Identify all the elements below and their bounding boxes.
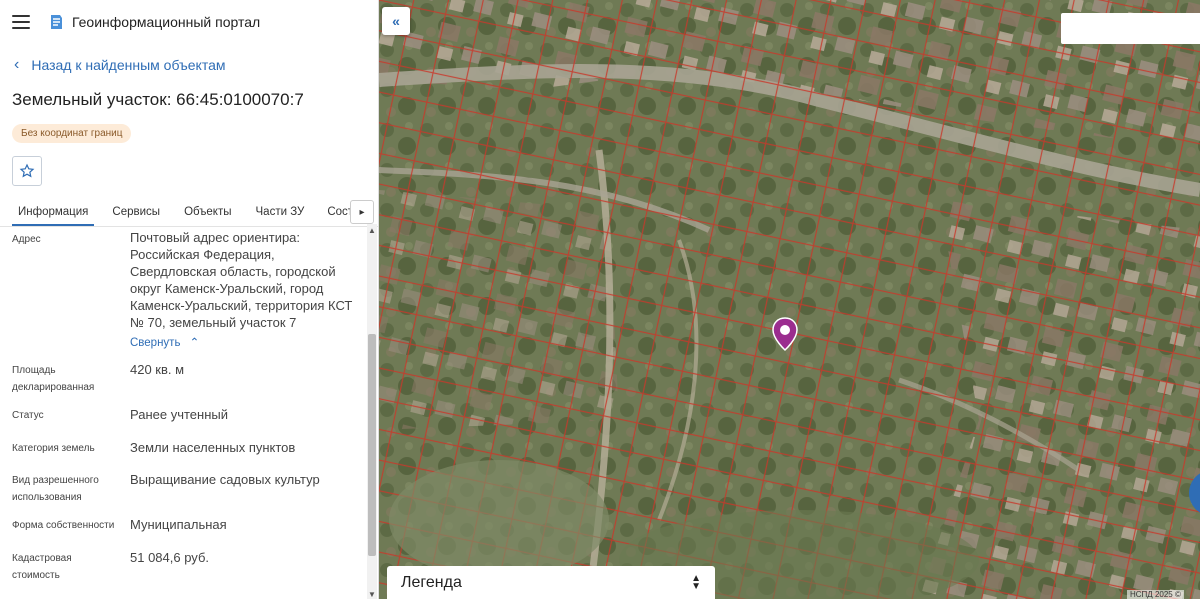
field-label: Вид разрешенного использования	[12, 475, 99, 503]
favorite-button[interactable]	[12, 156, 42, 186]
back-to-results-link[interactable]: ‹ Назад к найденным объектам	[14, 56, 378, 74]
field-label: Кадастровая стоимость	[12, 553, 72, 581]
scrollbar-thumb[interactable]	[368, 334, 376, 556]
app-title: Геоинформационный портал	[72, 14, 261, 30]
chevron-up-icon: ⌃	[189, 337, 200, 349]
field-value: 51 084,6 руб.	[130, 550, 210, 565]
map-view[interactable]: « Легенда ▲ ▼ НСПД 2025 ©	[379, 0, 1200, 599]
side-panel: Геоинформационный портал ‹ Назад к найде…	[0, 0, 379, 599]
portal-logo-icon	[51, 15, 62, 29]
scroll-down-icon[interactable]: ▼	[368, 590, 376, 599]
scroll-up-icon[interactable]: ▲	[368, 226, 376, 235]
field-label: Статус	[12, 410, 44, 421]
field-label: Площадь декларированная	[12, 365, 95, 393]
tabs-bar: Информация Сервисы Объекты Части ЗУ Сост…	[0, 198, 378, 227]
collapse-panel-button[interactable]: «	[382, 7, 410, 35]
double-chevron-left-icon: «	[392, 13, 400, 29]
info-scrollbar[interactable]: ▲ ▼	[367, 224, 377, 599]
field-value: 420 кв. м	[130, 362, 185, 377]
field-value: Выращивание садовых культур	[130, 472, 320, 487]
tabs-scroll-right-button[interactable]: ▸	[350, 200, 374, 224]
page-title: Земельный участок: 66:45:0100070:7	[12, 90, 304, 109]
status-badge: Без координат границ	[12, 124, 132, 143]
info-list: Адрес Почтовый адрес ориентира: Российск…	[0, 224, 366, 599]
field-value: Ранее учтенный	[130, 407, 228, 422]
collapse-link[interactable]: Свернуть ⌃	[130, 337, 199, 349]
map-copyright: НСПД 2025 ©	[1127, 590, 1184, 599]
back-link-label: Назад к найденным объектам	[31, 57, 226, 73]
map-pin-icon[interactable]	[772, 317, 798, 351]
tab-land-parts[interactable]: Части ЗУ	[256, 198, 305, 226]
tab-services[interactable]: Сервисы	[112, 198, 160, 226]
field-value: Муниципальная	[130, 517, 227, 532]
field-label: Категория земель	[12, 443, 95, 454]
top-bar: Геоинформационный портал	[0, 0, 378, 44]
collapse-label: Свернуть	[130, 337, 181, 349]
field-label: Адрес	[12, 234, 41, 245]
legend-toggle[interactable]: Легенда ▲ ▼	[387, 566, 715, 599]
chevron-left-icon: ‹	[14, 56, 20, 73]
tab-information[interactable]: Информация	[12, 198, 95, 226]
field-value: Почтовый адрес ориентира: Российская Фед…	[130, 230, 353, 330]
map-search-input[interactable]	[1061, 13, 1200, 44]
field-value: Земли населенных пунктов	[130, 440, 296, 455]
satellite-map[interactable]	[379, 0, 1200, 599]
field-label: Форма собственности	[12, 520, 115, 531]
tab-objects[interactable]: Объекты	[184, 198, 231, 226]
chevron-right-icon: ▸	[359, 206, 365, 218]
star-icon	[19, 163, 35, 178]
sort-arrows-icon: ▲ ▼	[691, 572, 701, 592]
legend-label: Легенда	[401, 573, 462, 591]
hamburger-icon[interactable]	[12, 15, 30, 29]
